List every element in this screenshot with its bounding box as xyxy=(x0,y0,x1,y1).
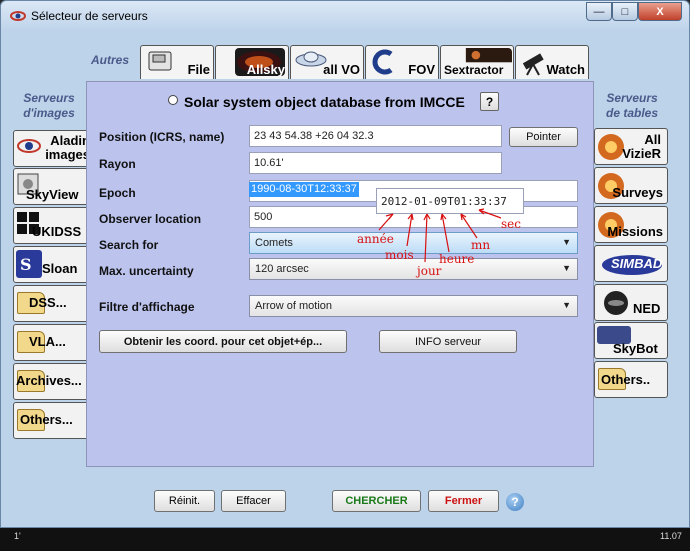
reset-button[interactable]: Réinit. xyxy=(154,490,215,512)
server-archives-label: Archives... xyxy=(16,373,82,388)
tab-file[interactable]: File xyxy=(140,45,214,79)
server-ned[interactable]: NED xyxy=(594,284,668,321)
clear-button[interactable]: Effacer xyxy=(221,490,286,512)
server-surveys-label: Surveys xyxy=(612,185,663,200)
coordinate-readout: 11.07 xyxy=(660,531,682,541)
file-icon xyxy=(148,51,172,71)
server-missions[interactable]: Missions xyxy=(594,206,668,243)
annotation-second: sec xyxy=(501,217,521,231)
tab-watch-label: Watch xyxy=(546,62,585,77)
chevron-down-icon: ▼ xyxy=(562,237,571,247)
close-button[interactable]: Fermer xyxy=(428,490,499,512)
chevron-down-icon: ▼ xyxy=(562,263,571,273)
close-window-button[interactable]: X xyxy=(638,2,682,21)
server-skyview[interactable]: SkyView xyxy=(13,168,91,205)
tab-all-vo[interactable]: all VO xyxy=(290,45,364,79)
pointer-button[interactable]: Pointer xyxy=(509,127,578,147)
server-ned-label: NED xyxy=(633,301,661,316)
display-filter-select[interactable]: Arrow of motion ▼ xyxy=(249,295,578,317)
tab-sextractor[interactable]: Sextractor xyxy=(440,45,514,79)
display-filter-value: Arrow of motion xyxy=(255,300,333,312)
radius-label: Rayon xyxy=(99,157,136,171)
annotation-year: année xyxy=(357,232,394,246)
form-title: Solar system object database from IMCCE xyxy=(184,94,465,110)
server-sloan[interactable]: S Sloan xyxy=(13,246,91,283)
window-title: Sélecteur de serveurs xyxy=(31,9,148,23)
table-servers-header: Serveurs de tables xyxy=(605,91,659,120)
scale-readout: 1' xyxy=(14,531,21,541)
server-missions-label: Missions xyxy=(607,224,663,239)
minimize-button[interactable]: — xyxy=(586,2,612,21)
others-header: Autres xyxy=(90,53,129,67)
position-label: Position (ICRS, name) xyxy=(99,130,225,144)
maximize-button[interactable]: □ xyxy=(612,2,638,21)
aladin-app-icon xyxy=(10,11,26,21)
server-others-right-label: Others.. xyxy=(601,372,651,387)
server-archives[interactable]: Archives... xyxy=(13,363,91,400)
epoch-label: Epoch xyxy=(99,186,136,200)
server-vizier-label: All VizieR xyxy=(622,132,661,161)
radius-input[interactable]: 10.61' xyxy=(249,152,502,174)
tab-fov[interactable]: FOV xyxy=(365,45,439,79)
search-for-value: Comets xyxy=(255,237,293,249)
imcce-form-panel: Solar system object database from IMCCE … xyxy=(86,81,594,467)
server-others-right[interactable]: Others.. xyxy=(594,361,668,398)
sloan-icon: S xyxy=(16,250,42,278)
uncertainty-value: 120 arcsec xyxy=(255,263,309,275)
server-aladin-label: Aladin images xyxy=(45,133,90,162)
server-simbad-label: SIMBAD xyxy=(611,256,663,271)
help-icon[interactable]: ? xyxy=(506,493,524,511)
tab-file-label: File xyxy=(187,62,210,77)
get-coordinates-button[interactable]: Obtenir les coord. pour cet objet+ép... xyxy=(99,330,347,353)
server-info-button[interactable]: INFO serveur xyxy=(379,330,517,353)
server-ukidss-label: UKIDSS xyxy=(32,224,82,239)
tab-allsky-label: Allsky xyxy=(246,62,285,77)
fov-icon xyxy=(372,49,393,75)
server-skybot-label: SkyBot xyxy=(613,341,658,356)
search-button[interactable]: CHERCHER xyxy=(332,490,421,512)
annotation-month: mois xyxy=(385,248,414,262)
annotation-hour: heure xyxy=(439,252,475,266)
annotation-day: jour xyxy=(417,264,442,278)
epoch-format-example: 2012-01-09T01:33:37 xyxy=(376,188,524,214)
server-all-vizier[interactable]: All VizieR xyxy=(594,128,668,165)
tab-sextractor-label: Sextractor xyxy=(444,63,504,77)
epoch-selected-value: 1990-08-30T12:33:37 xyxy=(249,182,359,197)
image-servers-header: Serveurs d'images xyxy=(23,91,75,120)
server-others-left[interactable]: Others... xyxy=(13,402,91,439)
server-vla-label: VLA... xyxy=(29,334,66,349)
uncertainty-label: Max. uncertainty xyxy=(99,264,194,278)
server-ukidss[interactable]: UKIDSS xyxy=(13,207,91,244)
position-input[interactable]: 23 43 54.38 +26 04 32.3 xyxy=(249,125,502,147)
server-surveys[interactable]: Surveys xyxy=(594,167,668,204)
svg-text:S: S xyxy=(20,255,32,274)
server-simbad[interactable]: SIMBAD xyxy=(594,245,668,282)
tab-fov-label: FOV xyxy=(408,62,435,77)
tab-allsky[interactable]: Allsky xyxy=(215,45,289,79)
tab-all-vo-label: all VO xyxy=(323,62,360,77)
aladin-icon xyxy=(17,139,41,153)
server-sloan-label: Sloan xyxy=(42,261,78,276)
ned-icon xyxy=(604,291,628,315)
search-for-label: Search for xyxy=(99,238,159,252)
chevron-down-icon: ▼ xyxy=(562,300,571,310)
server-radio[interactable] xyxy=(168,95,178,105)
observer-label: Observer location xyxy=(99,212,202,226)
sky-view-strip xyxy=(0,528,690,551)
server-dss-label: DSS... xyxy=(29,295,67,310)
server-vla[interactable]: VLA... xyxy=(13,324,91,361)
server-skyview-label: SkyView xyxy=(26,187,79,202)
annotation-minute: mn xyxy=(471,238,491,252)
display-filter-label: Filtre d'affichage xyxy=(99,300,195,314)
server-aladin-images[interactable]: Aladin images xyxy=(13,130,91,167)
form-help-button[interactable]: ? xyxy=(480,92,499,111)
title-bar[interactable]: Sélecteur de serveurs — □ X xyxy=(1,1,689,31)
server-dss[interactable]: DSS... xyxy=(13,285,91,322)
server-skybot[interactable]: SkyBot xyxy=(594,322,668,359)
server-others-left-label: Others... xyxy=(20,412,73,427)
tab-watch[interactable]: Watch xyxy=(515,45,589,79)
